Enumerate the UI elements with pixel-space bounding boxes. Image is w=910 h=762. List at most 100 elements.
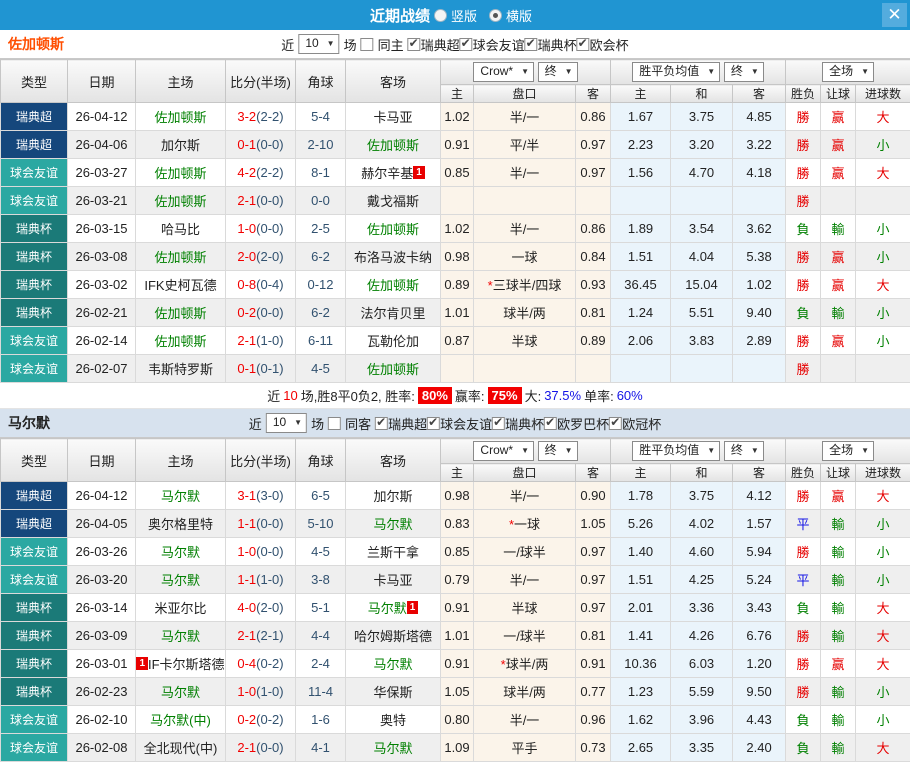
avg-away-cell: 1.02 [733,271,786,299]
same-venue-checkbox[interactable] [361,38,374,51]
score-cell: 0-4(0-2) [226,650,296,678]
sub-goals: 进球数 [856,85,910,103]
avg-away-cell: 3.43 [733,594,786,622]
col-type: 类型 [1,439,68,482]
corner-cell: 4-1 [296,734,346,762]
league-checkbox[interactable] [460,38,473,51]
avg-time-select[interactable]: 终▼ [724,62,764,82]
corner-cell: 8-1 [296,159,346,187]
league-checkbox[interactable] [427,417,440,430]
avg-draw-cell: 5.59 [671,678,733,706]
col-home: 主场 [136,60,226,103]
match-type-cell: 球会友谊 [1,734,68,762]
league-checkbox[interactable] [375,417,388,430]
win-rate-badge: 80% [418,387,452,404]
score-cell: 2-0(2-0) [226,243,296,271]
avg-odds-select[interactable]: 胜平负均值▼ [632,441,720,461]
away-team-cell: 加尔斯 [346,482,441,510]
avg-odds-select[interactable]: 胜平负均值▼ [632,62,720,82]
league-checkbox[interactable] [577,38,590,51]
match-count-select[interactable]: 10▼ [298,34,339,54]
avg-home-cell: 36.45 [611,271,671,299]
result-cell: 負 [786,215,821,243]
recent-results-window: 近期战绩 竖版 横版 ✕ 佐加顿斯 近 10▼ 场 同主 瑞典超球会友谊瑞典杯欧… [0,0,910,762]
match-type-cell: 球会友谊 [1,327,68,355]
avg-draw-cell: 4.60 [671,538,733,566]
league-checkbox[interactable] [492,417,505,430]
away-odds-cell: 0.81 [576,622,611,650]
away-odds-cell: 0.93 [576,271,611,299]
avg-time-select[interactable]: 终▼ [724,441,764,461]
score-cell: 2-1(0-0) [226,187,296,215]
same-venue-checkbox[interactable] [328,417,341,430]
result-cell: 負 [786,299,821,327]
scope-select[interactable]: 全场▼ [822,62,874,82]
col-type: 类型 [1,60,68,103]
handicap-cell: 半/一 [474,566,576,594]
score-cell: 0-1(0-1) [226,355,296,383]
odds-time-select[interactable]: 终▼ [538,441,578,461]
avg-away-cell [733,355,786,383]
match-date-cell: 26-03-26 [68,538,136,566]
away-odds-cell: 0.91 [576,650,611,678]
home-team-cell: 加尔斯 [136,131,226,159]
match-row: 球会友谊26-03-21佐加顿斯2-1(0-0)0-0戴戈福斯勝 [1,187,910,215]
avg-draw-cell: 4.02 [671,510,733,538]
vertical-layout-radio[interactable] [434,9,447,22]
league-checkbox[interactable] [609,417,622,430]
away-team-cell: 卡马亚 [346,103,441,131]
away-odds-cell: 0.89 [576,327,611,355]
sub-result: 胜负 [786,85,821,103]
league-checkbox[interactable] [544,417,557,430]
score-cell: 1-1(1-0) [226,566,296,594]
goals-result-cell: 小 [856,538,910,566]
away-odds-cell: 0.84 [576,243,611,271]
window-title: 近期战绩 [370,5,430,26]
match-date-cell: 26-03-08 [68,243,136,271]
handicap-result-cell: 輸 [821,706,856,734]
match-count-select[interactable]: 10▼ [266,413,307,433]
match-date-cell: 26-02-14 [68,327,136,355]
match-row: 球会友谊26-02-10马尔默(中)0-2(0-2)1-6奥特0.80半/一0.… [1,706,910,734]
horizontal-layout-radio[interactable] [489,9,502,22]
odds-provider-select[interactable]: Crow*▼ [473,62,534,82]
avg-draw-cell [671,355,733,383]
away-team-cell: 奥特 [346,706,441,734]
score-cell: 1-1(0-0) [226,510,296,538]
match-row: 球会友谊26-03-20马尔默1-1(1-0)3-8卡马亚0.79半/一0.97… [1,566,910,594]
match-row: 瑞典杯26-03-14米亚尔比4-0(2-0)5-1马尔默10.91半球0.97… [1,594,910,622]
avg-draw-cell: 3.36 [671,594,733,622]
sub-away: 客 [576,464,611,482]
corner-cell: 5-1 [296,594,346,622]
match-date-cell: 26-03-09 [68,622,136,650]
match-row: 球会友谊26-02-14佐加顿斯2-1(1-0)6-11瓦勒伦加0.87半球0.… [1,327,910,355]
match-type-cell: 球会友谊 [1,159,68,187]
match-date-cell: 26-02-08 [68,734,136,762]
avg-home-cell: 10.36 [611,650,671,678]
handicap-cell: 半球 [474,594,576,622]
close-icon[interactable]: ✕ [882,3,907,27]
avg-away-cell: 1.20 [733,650,786,678]
league-checkbox[interactable] [525,38,538,51]
odds-time-select[interactable]: 终▼ [538,62,578,82]
corner-cell: 0-0 [296,187,346,215]
sub-result: 胜负 [786,464,821,482]
avg-away-cell: 3.62 [733,215,786,243]
sub-avg-away: 客 [733,464,786,482]
summary-text: 赢率: [455,386,485,405]
horizontal-layout-label: 横版 [506,6,532,25]
away-team-cell: 兰斯干拿 [346,538,441,566]
scope-select[interactable]: 全场▼ [822,441,874,461]
goals-result-cell: 大 [856,594,910,622]
league-checkbox[interactable] [408,38,421,51]
odds-provider-select[interactable]: Crow*▼ [473,441,534,461]
chevron-down-icon: ▼ [521,443,529,458]
avg-draw-cell: 3.20 [671,131,733,159]
avg-home-cell [611,355,671,383]
match-row: 瑞典超26-04-05奥尔格里特1-1(0-0)5-10马尔默0.83*一球1.… [1,510,910,538]
avg-away-cell: 3.22 [733,131,786,159]
summary-text: 近 [267,386,280,405]
score-cell: 4-2(2-2) [226,159,296,187]
score-cell: 0-2(0-0) [226,299,296,327]
corner-cell: 4-5 [296,355,346,383]
